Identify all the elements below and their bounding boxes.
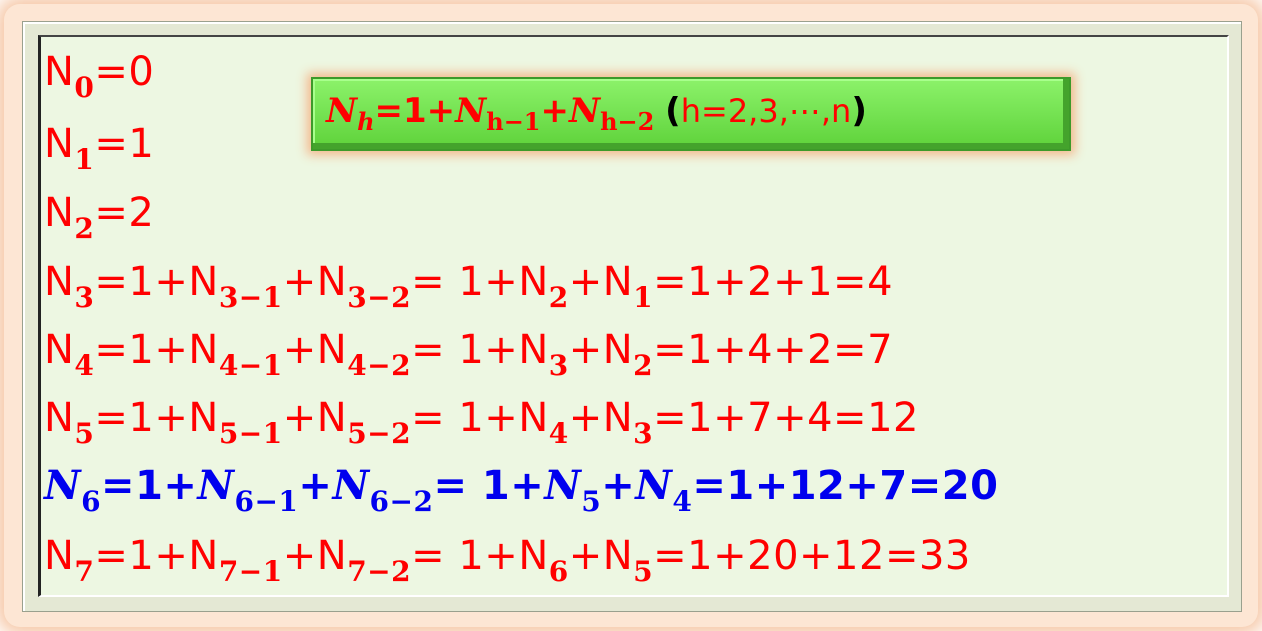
line-n3: N3=1+N3−1+N3−2= 1+N2+N1=1+2+1=4 bbox=[44, 259, 894, 314]
line-n0: N0=0 bbox=[44, 49, 155, 104]
line-n4: N4=1+N4−1+N4−2= 1+N3+N2=1+4+2=7 bbox=[44, 327, 894, 382]
line-n6-highlighted: N6=1+N6−1+N6−2= 1+N5+N4=1+12+7=20 bbox=[44, 462, 999, 518]
line-n5: N5=1+N5−1+N5−2= 1+N4+N3=1+7+4=12 bbox=[44, 395, 919, 450]
line-n1: N1=1 bbox=[44, 121, 155, 176]
line-n7: N7=1+N7−1+N7−2= 1+N6+N5=1+20+12=33 bbox=[44, 533, 971, 588]
line-n2: N2=2 bbox=[44, 190, 155, 245]
recurrence-formula: Nh=1+Nh−1+Nh−2 (h=2,3,⋯,n) bbox=[326, 91, 867, 136]
